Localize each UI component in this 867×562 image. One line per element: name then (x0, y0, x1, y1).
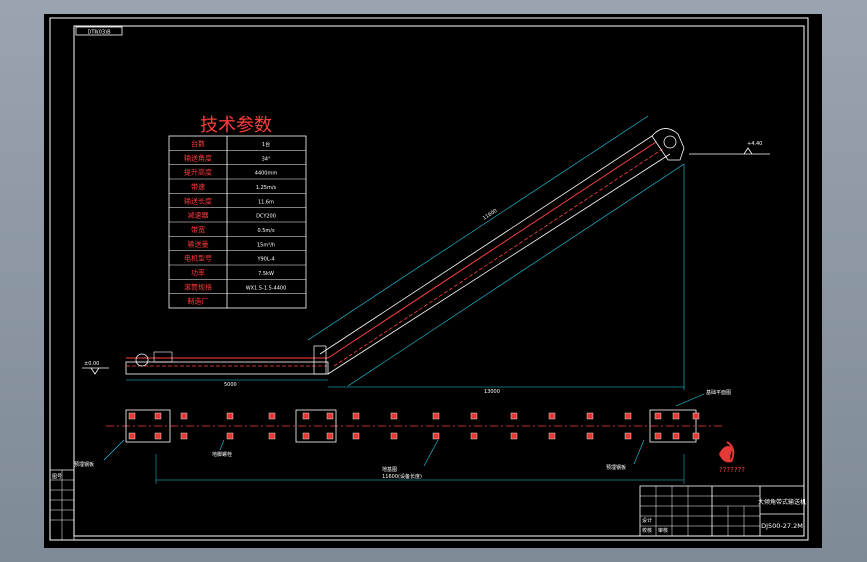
bolt-hole (326, 432, 334, 440)
bolt-hole (624, 432, 632, 440)
bolt-hole (624, 412, 632, 420)
param-label: 滚筒规格 (184, 282, 212, 291)
title-block-row-1: 校核 (642, 527, 652, 534)
bolt-hole (226, 412, 234, 420)
bolt-hole (692, 412, 700, 420)
bolt-hole (672, 432, 680, 440)
bolt-hole (226, 432, 234, 440)
param-value: WX1.5-1.5-4400 (246, 285, 287, 291)
tail-pulley (135, 353, 149, 367)
title-block: 设计 校核 审核 大倾角带式输送机 DJ500-27.2M (639, 485, 806, 537)
head-pulley (663, 135, 677, 149)
drawing-sheet: DTⅡ(03)B 技术参数 台数 1台输送角度 34° 提升高度 4400mm 带速 1.2… (44, 14, 822, 548)
bolt-hole (510, 412, 518, 420)
bolt-hole (180, 432, 188, 440)
dim-incline: 11600 (482, 208, 499, 222)
param-label: 输送量 (188, 239, 209, 248)
param-label: 带速 (191, 183, 205, 191)
param-label: 电机型号 (184, 254, 212, 263)
param-label: 带宽 (191, 225, 205, 234)
bolt-hole (432, 412, 440, 420)
bolt-hole (692, 432, 700, 440)
param-value: 0.5m/s (257, 228, 275, 234)
bolt-hole (302, 412, 310, 420)
drawing-number: DJ500-27.2M (761, 522, 803, 530)
bolt-hole (390, 412, 398, 420)
logo-text: ??????? (719, 466, 745, 474)
param-value: 1台 (262, 141, 270, 148)
bolt-hole (268, 412, 276, 420)
bolt-hole (154, 412, 162, 420)
param-label: 输送长度 (184, 196, 212, 205)
bolt-hole (510, 432, 518, 440)
param-value: Y90L-4 (256, 257, 274, 263)
bolt-hole (154, 432, 162, 440)
bolt-hole (128, 412, 136, 420)
code-box: DTⅡ(03)B (75, 26, 123, 36)
bolt-hole (654, 432, 662, 440)
title-block-row-0: 设计 (642, 517, 652, 524)
dim-total: 13000 (484, 389, 500, 395)
ground-left-label: ±0.00 (84, 361, 99, 367)
bolt-hole (548, 412, 556, 420)
param-value: 11.6m (258, 199, 274, 205)
bolt-hole (672, 412, 680, 420)
bolt-hole (390, 432, 398, 440)
leader-4: 预埋钢板 (606, 464, 626, 471)
code-box-text: DTⅡ(03)B (87, 30, 111, 36)
revision-label: 图号 (52, 474, 62, 480)
bolt-hole (326, 412, 334, 420)
bolt-hole (268, 432, 276, 440)
bolt-hole (180, 412, 188, 420)
ground-right-label: +4.40 (747, 141, 762, 147)
params-title: 技术参数 (200, 115, 272, 136)
leader-1: 预埋钢板 (74, 461, 94, 468)
bolt-hole (352, 412, 360, 420)
param-value: 1.25m/s (256, 185, 277, 191)
leader-2: 地脚螺栓 (212, 451, 232, 458)
bolt-hole (586, 432, 594, 440)
bolt-hole (432, 432, 440, 440)
param-label: 减速器 (188, 211, 209, 220)
param-label: 提升高度 (184, 168, 212, 177)
ground-right: +4.40 (689, 141, 770, 155)
inner-border (73, 25, 805, 537)
bolt-hole (128, 432, 136, 440)
param-label: 功率 (191, 268, 205, 277)
param-value: 15m³/h (257, 242, 275, 248)
bolt-hole (654, 412, 662, 420)
params-table: 技术参数 台数 1台输送角度 34° 提升高度 4400mm 带速 1.25m/s 输送长度 1… (168, 115, 307, 309)
dim-plan: 11600(设备长度) (382, 473, 422, 480)
param-label: 制造厂 (188, 297, 209, 306)
param-value: 4400mm (255, 171, 278, 177)
param-label: 输送角度 (184, 153, 212, 162)
param-value: 7.5kW (258, 271, 274, 277)
param-label: 台数 (191, 139, 205, 148)
bolt-hole (586, 412, 594, 420)
bolt-hole (302, 432, 310, 440)
dim-horizontal: 5000 (224, 382, 237, 388)
revision-block: 图号 (49, 469, 75, 541)
leader-5: 基础平面图 (706, 389, 731, 396)
bolt-hole (548, 432, 556, 440)
ground-left: ±0.00 (82, 361, 109, 375)
param-value: 34° (262, 156, 271, 162)
drawing-title: 大倾角带式输送机 (758, 498, 806, 506)
bolt-hole (352, 432, 360, 440)
outer-border (49, 17, 809, 541)
bolt-hole (470, 432, 478, 440)
company-logo: ??????? (719, 441, 745, 474)
param-value: DCY200 (256, 214, 276, 220)
foundation-plan: 11600(设备长度) 预埋钢板 地脚螺栓 地基图 预埋钢板 基础平面图 (74, 389, 731, 484)
bolt-hole (470, 412, 478, 420)
leader-3: 地基图 (382, 466, 397, 473)
title-block-row-2: 审核 (658, 527, 668, 534)
